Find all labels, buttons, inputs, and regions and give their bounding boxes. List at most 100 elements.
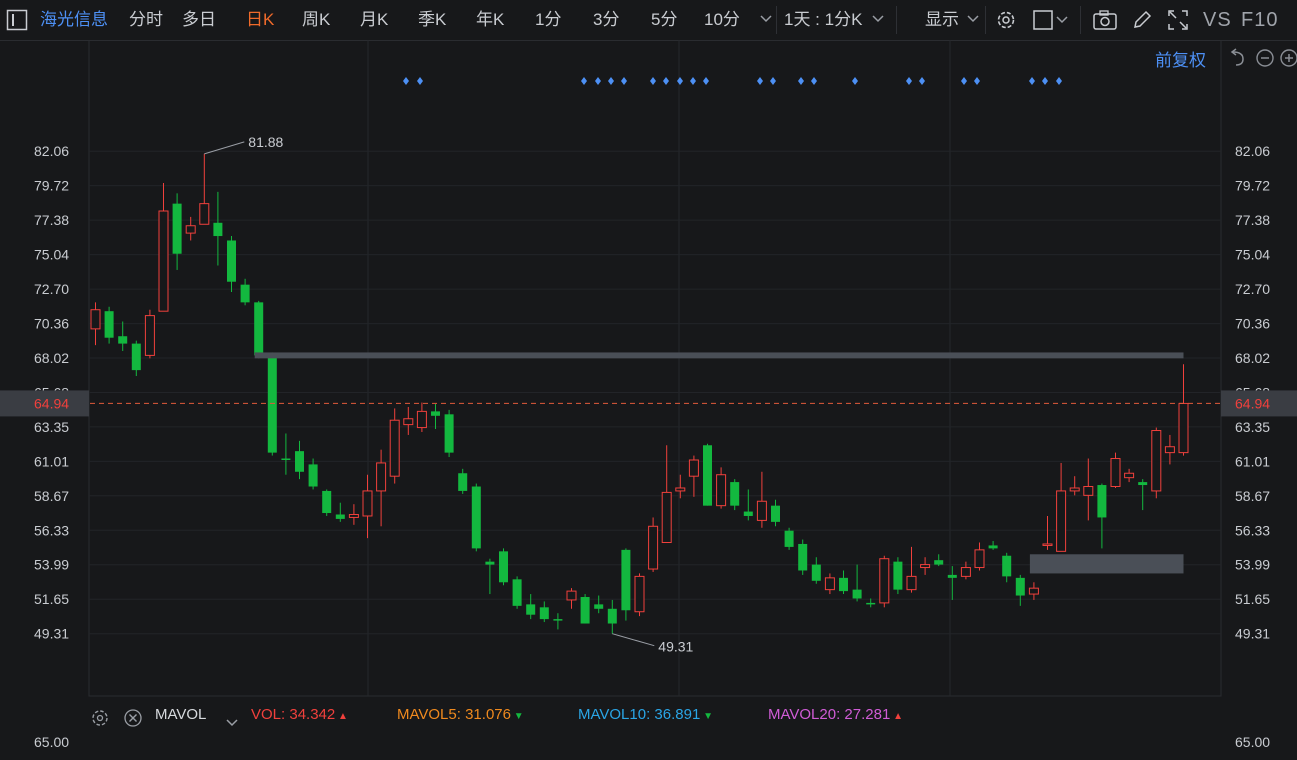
- vol-item: MAVOL20: 27.281 ▲: [768, 697, 903, 735]
- candle-body-down: [771, 505, 780, 522]
- period-combo-select[interactable]: 1天 : 1分K: [784, 0, 862, 40]
- vol-item-value: 36.891: [654, 706, 701, 723]
- candle-body-up: [1056, 490, 1067, 552]
- candle-body-down: [798, 543, 808, 571]
- candle-body-up: [1042, 543, 1053, 546]
- gear-icon[interactable]: [994, 8, 1018, 37]
- event-marker-icon: [581, 77, 587, 85]
- event-marker-icon: [798, 77, 804, 85]
- toolbar-divider: [896, 6, 897, 34]
- pencil-icon[interactable]: [1130, 8, 1154, 37]
- stock-name[interactable]: 海光信息: [40, 0, 108, 40]
- max-price-label: 81.88: [248, 134, 283, 150]
- candle-body-up: [416, 410, 427, 429]
- f10-button[interactable]: F10: [1241, 0, 1278, 40]
- candle-body-down: [118, 336, 128, 344]
- candle-body-up: [716, 474, 727, 507]
- candle-body-up: [199, 203, 210, 225]
- candle-body-down: [499, 551, 508, 583]
- tab-quarter-k[interactable]: 季K: [418, 0, 446, 40]
- y-tick-label-right: 61.01: [1235, 453, 1270, 469]
- y-tick-label-left: 82.06: [34, 143, 69, 159]
- candle-body-up: [1151, 430, 1162, 492]
- candle-body-up: [158, 210, 169, 312]
- candle-body-up: [389, 419, 400, 477]
- event-marker-icon: [608, 77, 614, 85]
- candle-body-down: [1002, 555, 1012, 577]
- tab-fenshi[interactable]: 分时: [129, 0, 163, 40]
- tab-5min[interactable]: 5分: [651, 0, 677, 40]
- tab-1min[interactable]: 1分: [535, 0, 561, 40]
- candle-body-down: [172, 203, 182, 254]
- candle-body-up: [634, 575, 645, 613]
- y-tick-label-right: 79.72: [1235, 178, 1270, 194]
- event-marker-icon: [811, 77, 817, 85]
- vs-button[interactable]: VS: [1203, 0, 1232, 40]
- candle-body-up: [906, 575, 917, 591]
- chevron-down-icon[interactable]: [871, 12, 885, 31]
- event-marker-icon: [690, 77, 696, 85]
- display-menu[interactable]: 显示: [925, 0, 959, 40]
- box-select-icon[interactable]: [1032, 8, 1072, 37]
- vol-item-value: 31.076: [465, 706, 511, 723]
- event-marker-icon: [650, 77, 656, 85]
- candle-body-up: [648, 525, 659, 570]
- fullscreen-icon[interactable]: [1166, 8, 1190, 37]
- tab-year-k[interactable]: 年K: [476, 0, 504, 40]
- chevron-down-icon[interactable]: [759, 12, 773, 31]
- candle-body-down: [988, 545, 998, 549]
- y-tick-label-left: 49.31: [34, 626, 69, 642]
- y-tick-label-right: 77.38: [1235, 212, 1270, 228]
- candle-body-down: [254, 302, 264, 356]
- sidebar-toggle-icon[interactable]: [6, 9, 28, 36]
- candle-body-up: [1028, 587, 1039, 595]
- candle-body-up: [688, 459, 699, 477]
- toolbar-divider: [985, 6, 986, 34]
- candle-body-up: [403, 418, 414, 426]
- y-tick-label-right: 72.70: [1235, 281, 1270, 297]
- candle-body-down: [553, 619, 563, 621]
- candle-body-up: [960, 567, 971, 577]
- tab-3min[interactable]: 3分: [593, 0, 619, 40]
- candle-body-up: [185, 225, 196, 234]
- candle-body-up: [376, 462, 387, 492]
- tab-day-k[interactable]: 日K: [246, 0, 274, 40]
- candle-body-up: [1110, 458, 1121, 488]
- current-price-label-right: 64.94: [1235, 395, 1270, 411]
- event-marker-icon: [961, 77, 967, 85]
- indicator-name[interactable]: MAVOL: [155, 697, 206, 733]
- candle-body-down: [335, 514, 345, 519]
- camera-icon[interactable]: [1092, 8, 1118, 37]
- chevron-down-icon[interactable]: [966, 12, 980, 31]
- candle-body-up: [756, 500, 767, 521]
- y-tick-label-left: 72.70: [34, 281, 69, 297]
- candle-body-up: [1083, 486, 1094, 496]
- tab-month-k[interactable]: 月K: [360, 0, 388, 40]
- candle-body-down: [866, 602, 876, 605]
- close-icon[interactable]: [123, 706, 143, 742]
- y-tick-label-right: 70.36: [1235, 316, 1270, 332]
- kline-chart[interactable]: 82.06 82.06 79.72 79.72 77.38 77.38 75.04 75.04…: [0, 40, 1297, 697]
- tab-10min[interactable]: 10分: [704, 0, 740, 40]
- event-marker-icon: [417, 77, 423, 85]
- candle-body-down: [934, 560, 944, 565]
- tab-week-k[interactable]: 周K: [302, 0, 330, 40]
- vol-item: VOL: 34.342 ▲: [251, 697, 348, 735]
- vol-item-value: 34.342: [289, 706, 336, 723]
- event-marker-icon: [757, 77, 763, 85]
- candle-body-down: [308, 464, 318, 487]
- tab-duori[interactable]: 多日: [182, 0, 216, 40]
- settings-icon[interactable]: [90, 706, 110, 742]
- candle-body-up: [144, 315, 155, 356]
- candle-body-down: [947, 574, 957, 578]
- candle-body-down: [621, 549, 631, 611]
- candle-body-down: [526, 604, 536, 615]
- min-price-label: 49.31: [658, 639, 693, 655]
- candle-body-up: [675, 487, 686, 492]
- candle-body-up: [1124, 472, 1135, 479]
- candle-body-down: [539, 607, 549, 620]
- candle-body-down: [1097, 485, 1107, 518]
- candle-body-up: [974, 549, 985, 569]
- candle-body-up: [1164, 446, 1175, 454]
- candle-body-up: [879, 558, 890, 604]
